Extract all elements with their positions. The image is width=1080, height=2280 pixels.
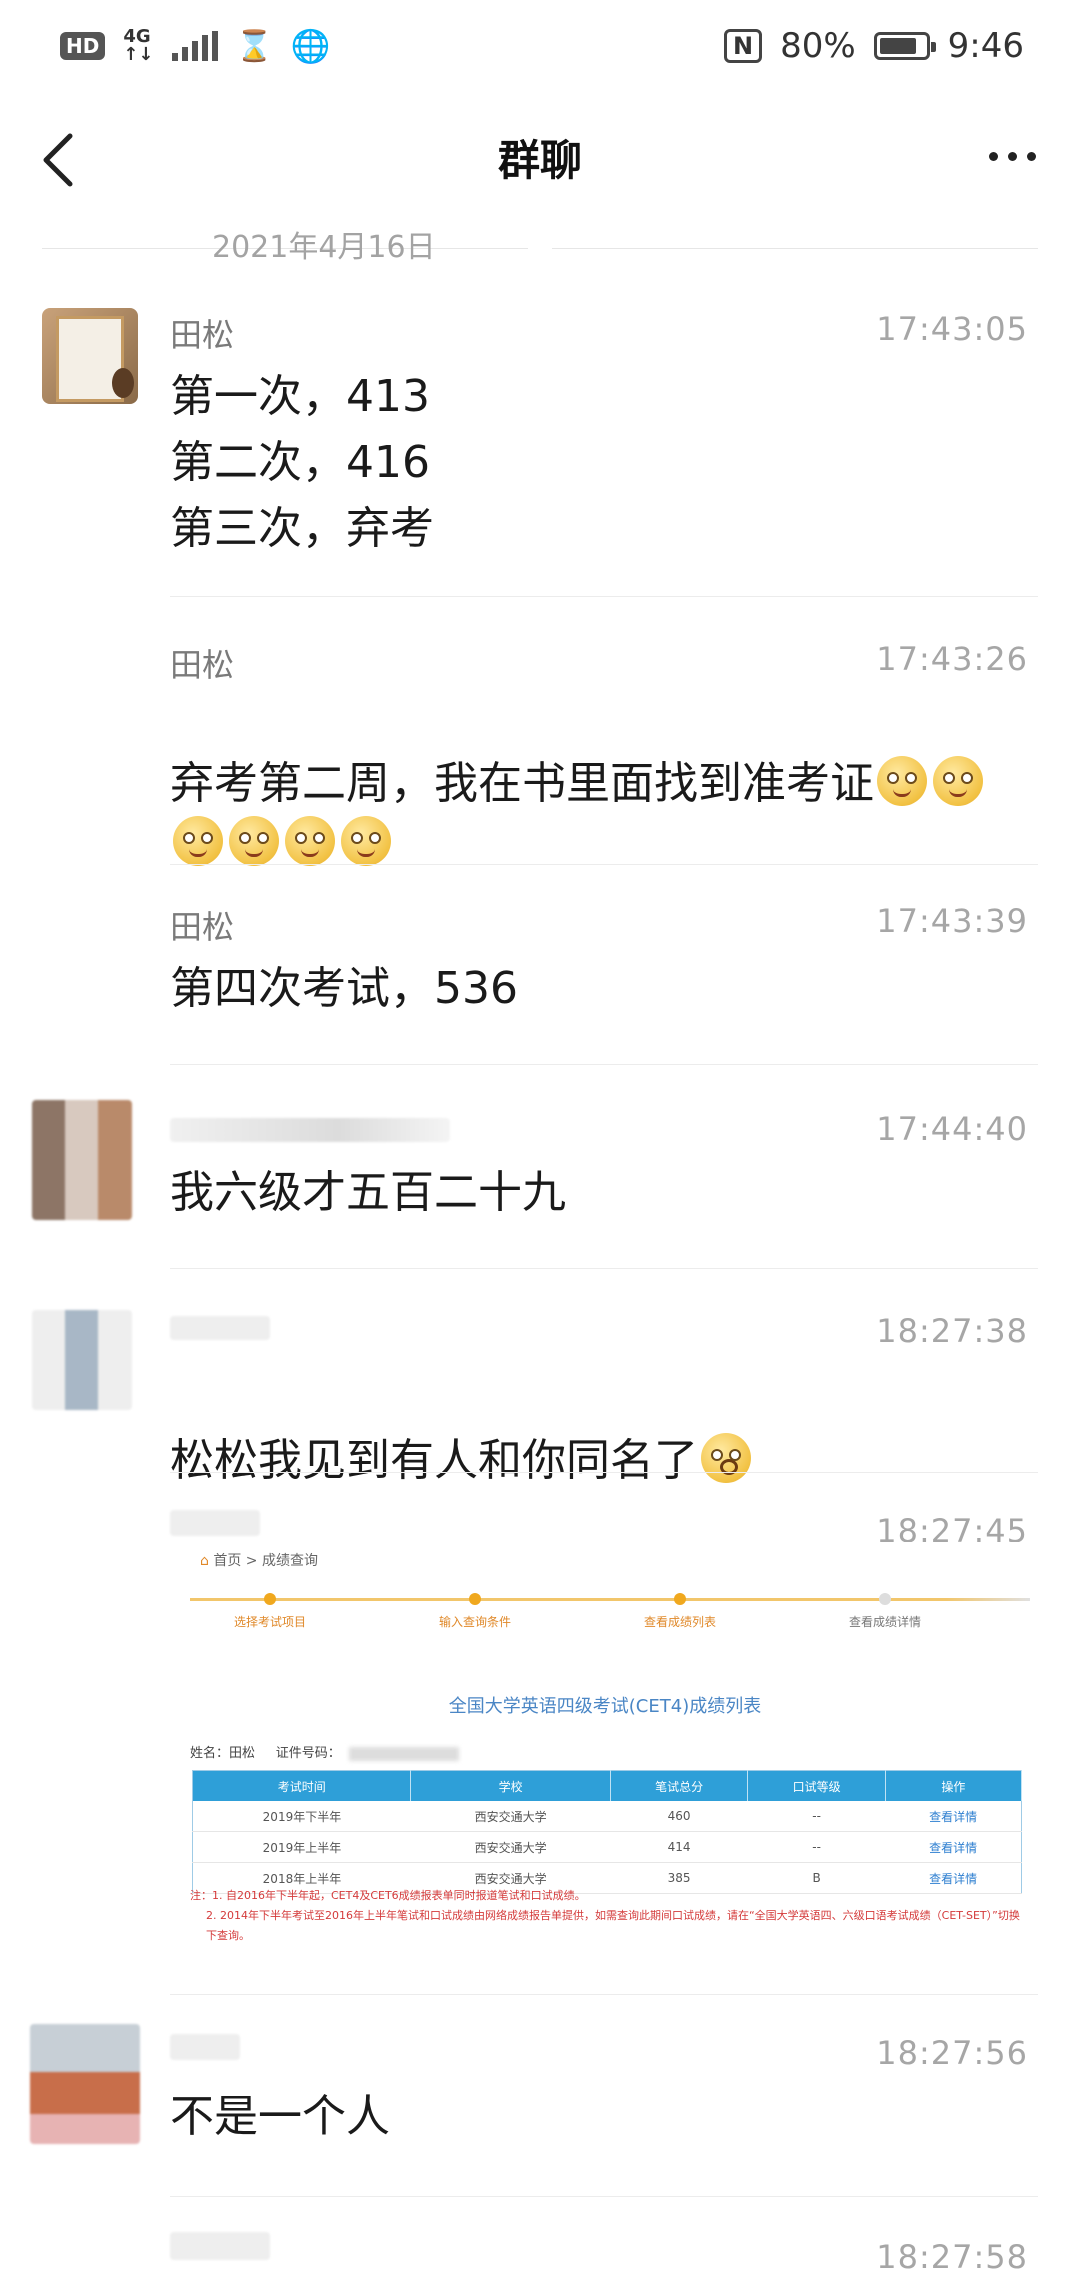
divider: [170, 1994, 1038, 1995]
candidate-info: 姓名：田松 证件号码：: [190, 1742, 459, 1761]
hd-badge: HD: [60, 32, 106, 60]
message-item[interactable]: 田松 17:43:26 弃考第二周，我在书里面找到准考证: [0, 630, 1080, 870]
column-header: 学校: [410, 1770, 611, 1801]
message-item[interactable]: 17:44:40 我六级才五百二十九: [0, 1094, 1080, 1274]
message-text: 第一次，413 第二次，416 第三次，弃考: [170, 371, 434, 554]
divider: [170, 1268, 1038, 1269]
step: 查看成绩详情: [805, 1586, 965, 1630]
message-text: 松松我见到有人和你同名了: [170, 1362, 1028, 1494]
breadcrumb: ⌂ 首页 > 成绩查询: [200, 1553, 318, 1569]
message-item[interactable]: 18:27:56 不是一个人: [0, 2018, 1080, 2208]
column-header: 笔试总分: [610, 1770, 749, 1801]
dot-icon: [1027, 152, 1036, 161]
message-text-content: 松松我见到有人和你同名了: [170, 1435, 698, 1486]
table-row: 2019年上半年 西安交通大学 414 -- 查看详情: [192, 1831, 1022, 1863]
progress-steps: 选择考试项目 输入查询条件 查看成绩列表 查看成绩详情: [190, 1586, 1030, 1646]
message-text: 我六级才五百二十九: [170, 1167, 566, 1218]
avatar[interactable]: [42, 308, 138, 404]
divider: [170, 864, 1038, 865]
page-title: 群聊: [497, 135, 582, 185]
signal-icon: [171, 31, 218, 61]
clock: 9:46: [947, 26, 1024, 66]
sender-name: 田松: [170, 646, 235, 684]
divider: [170, 596, 1038, 597]
battery-percent: 80%: [780, 26, 856, 66]
globe-icon: 🌐: [290, 27, 331, 65]
battery-icon: [873, 32, 936, 60]
home-icon: ⌂: [200, 1553, 209, 1569]
message-time: 18:27:58: [876, 2238, 1028, 2276]
more-options-button[interactable]: [989, 152, 1036, 161]
sender-name: 田松: [170, 316, 235, 354]
drooling-face-emoji: [173, 816, 223, 866]
message-time: 17:43:05: [876, 310, 1028, 348]
message-time: 18:27:38: [876, 1312, 1028, 1350]
score-table: 考试时间 学校 笔试总分 口试等级 操作 2019年下半年 西安交通大学 460…: [192, 1770, 1023, 1894]
message-time: 17:44:40: [876, 1110, 1028, 1148]
step: 查看成绩列表: [600, 1586, 760, 1630]
message-time: 17:43:26: [876, 640, 1028, 678]
date-label: 2021年4月16日: [212, 230, 436, 265]
message-time: 18:27:56: [876, 2034, 1028, 2072]
divider: [170, 2196, 1038, 2197]
flushed-face-emoji: [701, 1433, 751, 1483]
status-bar: HD 4G ↑↓ ⌛ 🌐 N 80% 9:46: [0, 0, 1080, 92]
sender-name: [170, 1510, 260, 1536]
message-text-content: 弃考第二周，我在书里面找到准考证: [170, 758, 874, 809]
avatar[interactable]: [32, 1310, 132, 1410]
sender-name: [170, 1118, 450, 1142]
drooling-face-emoji: [285, 816, 335, 866]
nav-bar: 群聊: [0, 92, 1080, 222]
avatar[interactable]: [32, 1100, 132, 1220]
divider: [170, 1472, 1038, 1473]
drooling-face-emoji: [933, 756, 983, 806]
hourglass-icon: ⌛: [235, 28, 273, 64]
sender-name: 田松: [170, 908, 235, 946]
message-item[interactable]: 田松 17:43:05 第一次，413 第二次，416 第三次，弃考: [0, 300, 1080, 600]
date-separator: 2021年4月16日: [42, 228, 1038, 268]
drooling-face-emoji: [877, 756, 927, 806]
column-header: 操作: [885, 1770, 1023, 1801]
dot-icon: [989, 152, 998, 161]
back-button[interactable]: [36, 132, 86, 188]
drooling-face-emoji: [229, 816, 279, 866]
sender-name: [170, 1316, 270, 1340]
divider: [170, 1064, 1038, 1065]
network-indicator: 4G ↑↓: [123, 26, 154, 65]
sender-name: [170, 2232, 270, 2260]
dot-icon: [1008, 152, 1017, 161]
message-time: 17:43:39: [876, 902, 1028, 940]
message-item[interactable]: 18:27:38 松松我见到有人和你同名了: [0, 1296, 1080, 1486]
score-note: 注：1. 自2016年下半年起，CET4及CET6成绩报表单同时报道笔试和口试成…: [190, 1889, 1020, 1942]
message-text: 第四次考试，536: [170, 963, 518, 1014]
battery-fill: [879, 38, 916, 54]
step: 输入查询条件: [395, 1586, 555, 1630]
nfc-icon: N: [723, 29, 763, 63]
message-text: 不是一个人: [170, 2091, 390, 2142]
message-item[interactable]: 田松 17:43:39 第四次考试，536: [0, 892, 1080, 1072]
message-item[interactable]: 18:27:58: [0, 2218, 1080, 2280]
step: 选择考试项目: [190, 1586, 350, 1630]
score-screenshot-image[interactable]: ⌂ 首页 > 成绩查询 选择考试项目 输入查询条件 查看成绩列表 查看成绩详情 …: [170, 1542, 1040, 1942]
avatar[interactable]: [30, 2024, 140, 2144]
score-list-title: 全国大学英语四级考试(CET4)成绩列表: [448, 1696, 762, 1717]
drooling-face-emoji: [341, 816, 391, 866]
message-text: 弃考第二周，我在书里面找到准考证: [170, 694, 1028, 874]
sender-name: [170, 2034, 240, 2060]
column-header: 考试时间: [192, 1770, 412, 1801]
table-row: 2019年下半年 西安交通大学 460 -- 查看详情: [192, 1801, 1022, 1832]
column-header: 口试等级: [747, 1770, 886, 1801]
